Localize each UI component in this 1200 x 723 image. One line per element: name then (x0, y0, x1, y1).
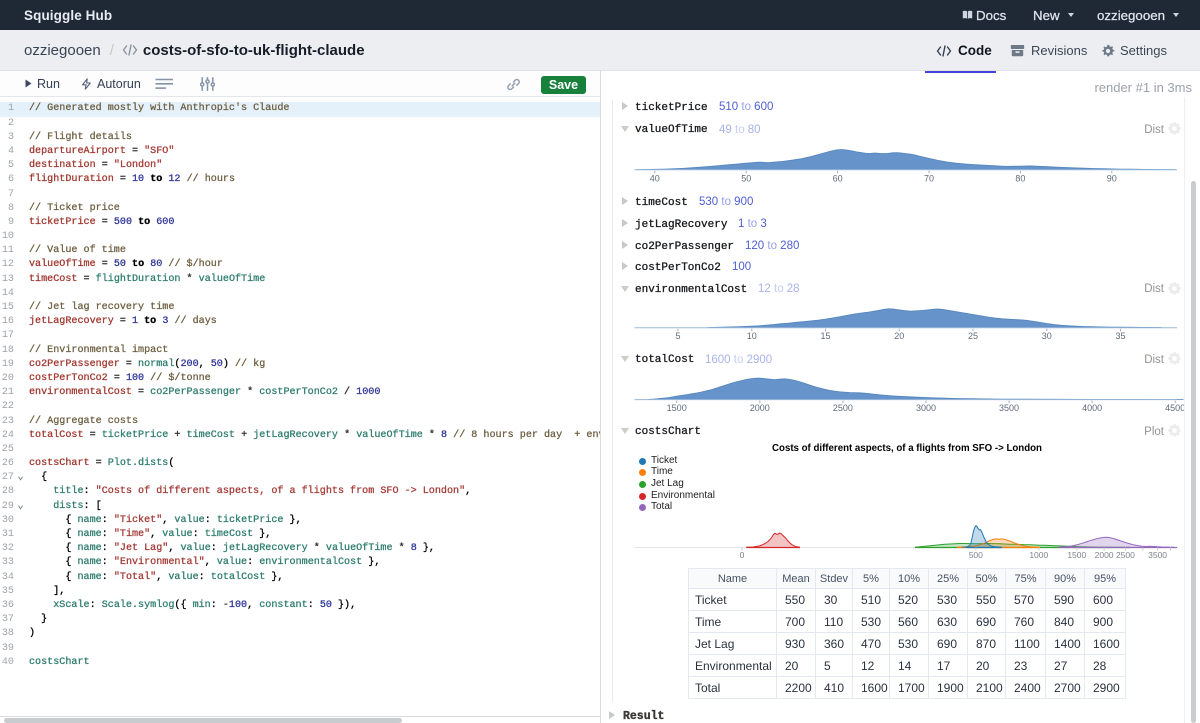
svg-text:30: 30 (1042, 331, 1052, 341)
svg-text:1500: 1500 (667, 403, 687, 413)
svg-text:90: 90 (1107, 173, 1117, 183)
svg-text:2500: 2500 (1116, 550, 1135, 560)
svg-text:4500: 4500 (1165, 403, 1185, 413)
svg-text:10: 10 (747, 331, 757, 341)
svg-text:3500: 3500 (1148, 550, 1167, 560)
svg-text:1000: 1000 (1029, 550, 1048, 560)
svg-text:2500: 2500 (833, 403, 853, 413)
svg-text:3500: 3500 (999, 403, 1019, 413)
svg-text:3000: 3000 (916, 403, 936, 413)
svg-text:20: 20 (894, 331, 904, 341)
svg-text:0: 0 (740, 550, 745, 560)
svg-text:500: 500 (969, 550, 983, 560)
svg-text:40: 40 (650, 173, 660, 183)
svg-text:35: 35 (1115, 331, 1125, 341)
svg-text:15: 15 (820, 331, 830, 341)
svg-text:60: 60 (833, 173, 843, 183)
svg-text:70: 70 (924, 173, 934, 183)
svg-text:5: 5 (675, 331, 680, 341)
svg-text:25: 25 (968, 331, 978, 341)
svg-text:50: 50 (741, 173, 751, 183)
svg-text:4000: 4000 (1082, 403, 1102, 413)
svg-text:2000: 2000 (1095, 550, 1114, 560)
svg-text:80: 80 (1015, 173, 1025, 183)
svg-text:2000: 2000 (750, 403, 770, 413)
svg-text:1500: 1500 (1067, 550, 1086, 560)
